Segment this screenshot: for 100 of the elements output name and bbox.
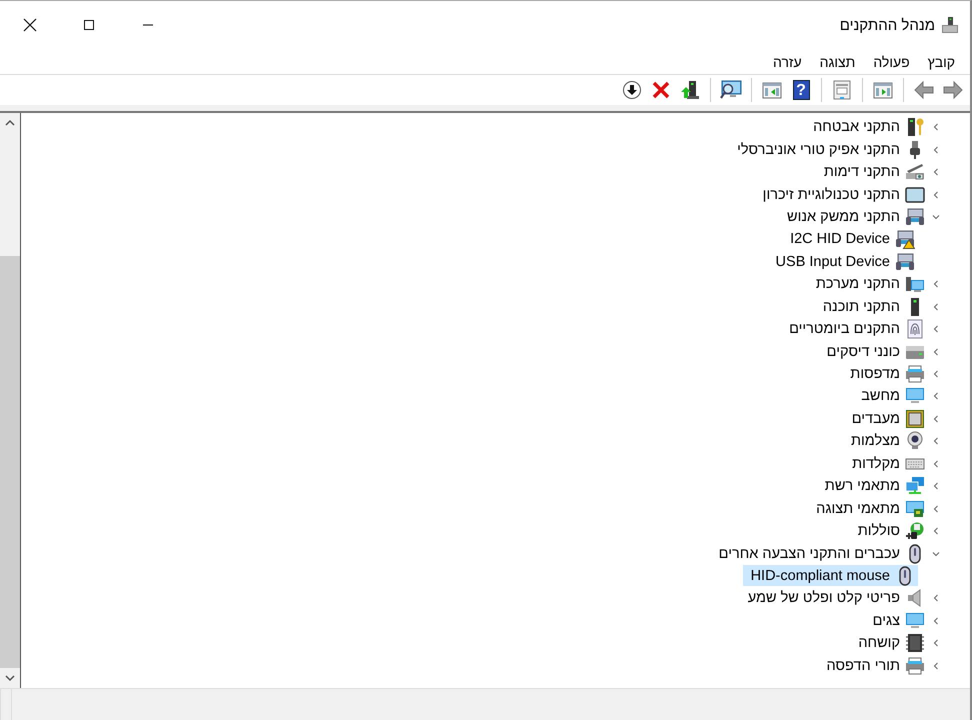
scrollbar[interactable] <box>0 113 20 688</box>
fingerprint-icon <box>905 319 925 340</box>
chevron-icon[interactable] <box>932 146 940 154</box>
chevron-icon[interactable] <box>932 302 940 311</box>
tree-item[interactable]: סוללות <box>854 520 928 542</box>
menu-item[interactable]: פעולה <box>864 54 919 70</box>
chevron-icon[interactable] <box>932 437 940 446</box>
keyboard-device-icon <box>905 206 925 227</box>
tree-item[interactable]: מקלדות <box>849 453 928 474</box>
printer-icon <box>905 364 925 384</box>
webcam-icon <box>905 431 925 452</box>
close-icon <box>22 18 36 32</box>
scroll-down-icon[interactable] <box>5 674 15 682</box>
chevron-icon[interactable] <box>932 504 940 513</box>
chevron-icon[interactable] <box>932 639 940 648</box>
chevron-icon[interactable] <box>932 325 940 334</box>
chevron-icon[interactable] <box>932 123 940 132</box>
tree-item[interactable]: כונני דיסקים <box>824 341 928 362</box>
tree-item[interactable]: פריטי קלט ופלט של שמע <box>744 588 928 609</box>
tree-item-label: מדפסות <box>850 366 900 382</box>
tree-item-label: מחשב <box>861 388 900 404</box>
tree-item-label: התקנים ביומטריים <box>789 321 900 338</box>
tree-item[interactable]: התקני אפיק טורי אוניברסלי <box>734 139 928 160</box>
chevron-icon[interactable] <box>932 482 940 490</box>
scanner-icon <box>905 162 925 182</box>
panel-icon <box>762 81 782 99</box>
arrow-left-icon <box>914 81 934 99</box>
close-icon <box>652 81 670 99</box>
monitor-search-icon <box>720 80 742 100</box>
tree-item-label: התקני אפיק טורי אוניברסלי <box>737 142 900 158</box>
tree-item-label: התקני תוכנה <box>822 298 900 315</box>
tree-item-label: מתאמי תצוגה <box>816 500 900 517</box>
tree-item-label: כונני דיסקים <box>826 344 900 360</box>
scrollbar-thumb[interactable] <box>0 256 20 668</box>
tree-item-label: I2C HID Device <box>790 231 890 248</box>
tree-item[interactable]: HID-compliant mouse <box>742 565 918 586</box>
tree-item[interactable]: צגים <box>870 610 928 632</box>
tree-item-label: מעבדים <box>852 410 900 427</box>
menu-item[interactable]: קובץ <box>918 54 964 70</box>
menu-item[interactable]: עזרה <box>764 54 811 70</box>
chevron-icon[interactable] <box>932 190 940 199</box>
chevron-icon[interactable] <box>932 348 940 356</box>
chevron-icon[interactable] <box>932 616 940 625</box>
tree-item-label: התקני דימות <box>824 164 900 180</box>
network-icon <box>905 476 925 496</box>
tree-item[interactable]: מתאמי תצוגה <box>813 498 928 520</box>
tree-item[interactable]: מתאמי רשת <box>822 476 928 497</box>
tree-item[interactable]: מחשב <box>858 386 928 407</box>
tree-item[interactable]: מעבדים <box>848 408 928 430</box>
tree-item-label: מצלמות <box>850 433 900 450</box>
tree-item-label: התקני טכנולוגיית זיכרון <box>762 186 900 203</box>
tree-item-label: עכברים והתקני הצבעה אחרים <box>718 546 900 562</box>
tree-item[interactable]: קושחה <box>855 632 928 654</box>
firmware-chip-icon <box>905 633 925 654</box>
tree-item[interactable]: התקני דימות <box>820 162 928 183</box>
tree-item[interactable]: התקני טכנולוגיית זיכרון <box>760 184 928 206</box>
monitor-icon <box>905 610 925 631</box>
upload-icon <box>680 80 700 100</box>
tree-item-label: מקלדות <box>852 456 900 472</box>
tree-item[interactable]: התקני ממשק אנוש <box>784 206 928 228</box>
tree-item[interactable]: התקני אבטחה <box>810 116 928 138</box>
chevron-icon[interactable] <box>932 212 940 221</box>
printer-icon <box>905 656 925 676</box>
maximize-icon <box>82 19 94 31</box>
tree-item[interactable]: I2C HID Device <box>787 228 918 250</box>
menu-item[interactable]: תצוגה <box>810 54 864 70</box>
tree-item-label: צגים <box>872 612 900 629</box>
tree-item-label: מתאמי רשת <box>824 478 900 494</box>
tree-item[interactable]: מצלמות <box>848 430 928 452</box>
window-title: מנהל ההתקנים <box>840 16 935 34</box>
tree-item[interactable]: מדפסות <box>847 364 928 385</box>
chevron-icon[interactable] <box>932 460 940 468</box>
tree-item-label: סוללות <box>858 523 900 540</box>
tree-item-label: תורי הדפסה <box>826 658 900 674</box>
chevron-icon[interactable] <box>932 414 940 423</box>
tree-item-label: התקני מערכת <box>816 276 900 292</box>
scroll-up-icon[interactable] <box>5 119 15 127</box>
tree-item-label: USB Input Device <box>776 254 890 270</box>
display-adapter-icon <box>905 498 925 519</box>
chevron-icon[interactable] <box>932 527 940 536</box>
arrow-right-icon <box>943 81 963 99</box>
chevron-icon[interactable] <box>932 392 940 400</box>
tree-item[interactable]: התקני תוכנה <box>820 296 928 318</box>
tree-item[interactable]: התקנים ביומטריים <box>786 318 928 340</box>
security-key-icon <box>905 117 925 138</box>
tree-item-label: פריטי קלט ופלט של שמע <box>748 590 900 606</box>
tree-item-label: HID-compliant mouse <box>750 568 890 584</box>
tree-item[interactable]: התקני מערכת <box>812 274 928 295</box>
chevron-icon[interactable] <box>932 550 940 558</box>
chevron-icon[interactable] <box>932 594 940 602</box>
chevron-icon[interactable] <box>932 370 940 378</box>
chevron-icon[interactable] <box>932 662 940 670</box>
panel-icon <box>873 81 893 99</box>
tree-item[interactable]: עכברים והתקני הצבעה אחרים <box>716 543 928 564</box>
battery-icon <box>905 521 925 542</box>
chevron-icon[interactable] <box>932 168 940 176</box>
tree-item[interactable]: תורי הדפסה <box>823 655 928 676</box>
tree-item[interactable]: USB Input Device <box>772 251 918 272</box>
chevron-icon[interactable] <box>932 280 940 288</box>
memory-card-icon <box>905 184 925 205</box>
